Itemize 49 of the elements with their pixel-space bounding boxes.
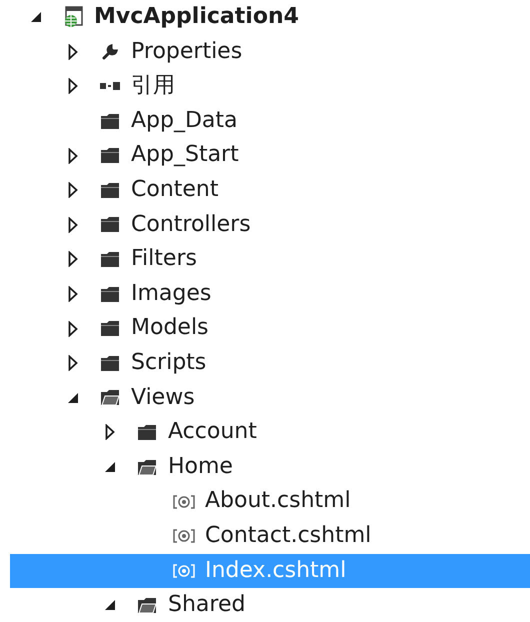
collapsed-arrow-icon[interactable] bbox=[68, 78, 78, 94]
tree-item[interactable]: Shared bbox=[10, 588, 530, 622]
expanded-arrow-icon[interactable] bbox=[30, 11, 42, 24]
expanded-arrow-icon[interactable] bbox=[104, 461, 116, 474]
open-folder-icon bbox=[100, 389, 120, 406]
folder-icon bbox=[137, 424, 157, 441]
tree-item[interactable]: Account bbox=[10, 415, 530, 450]
collapsed-arrow-icon[interactable] bbox=[68, 251, 78, 268]
folder-icon bbox=[100, 250, 120, 268]
tree-item[interactable]: About.cshtml bbox=[10, 484, 530, 519]
collapsed-arrow-icon[interactable] bbox=[68, 216, 78, 233]
collapsed-arrow-icon[interactable] bbox=[68, 320, 78, 337]
folder-icon bbox=[100, 216, 120, 234]
folder-icon bbox=[100, 147, 120, 164]
folder-icon bbox=[100, 182, 120, 199]
tree-item[interactable]: Home bbox=[10, 450, 530, 484]
tree-item[interactable]: MvcApplication4 bbox=[10, 0, 530, 35]
collapsed-arrow-icon[interactable] bbox=[68, 286, 78, 302]
tree-item[interactable]: App_Data bbox=[10, 104, 530, 138]
wrench-icon bbox=[102, 44, 118, 60]
tree-item[interactable]: App_Start bbox=[10, 138, 530, 173]
folder-icon bbox=[100, 286, 120, 303]
expanded-arrow-icon[interactable] bbox=[67, 392, 79, 404]
folder-icon bbox=[100, 320, 120, 338]
collapsed-arrow-icon[interactable] bbox=[68, 44, 78, 60]
tree-item[interactable]: Contact.cshtml bbox=[10, 518, 530, 554]
razor-file-icon bbox=[173, 529, 195, 544]
tree-item[interactable]: Scripts bbox=[10, 346, 530, 381]
open-folder-icon bbox=[137, 596, 157, 614]
tree-item[interactable]: Views bbox=[10, 380, 530, 416]
folder-icon bbox=[100, 354, 120, 372]
collapsed-arrow-icon[interactable] bbox=[68, 148, 78, 164]
folder-icon bbox=[100, 112, 120, 130]
tree-item[interactable]: Controllers bbox=[10, 208, 530, 242]
expanded-arrow-icon[interactable] bbox=[104, 599, 116, 612]
tree-item[interactable]: Content bbox=[10, 172, 530, 208]
tree-item[interactable]: Images bbox=[10, 276, 530, 312]
tree-item[interactable]: Models bbox=[10, 311, 530, 346]
tree-item[interactable]: Properties bbox=[10, 34, 530, 70]
project-icon bbox=[63, 6, 83, 28]
tree-item[interactable]: 引用 bbox=[10, 69, 530, 104]
collapsed-arrow-icon[interactable] bbox=[68, 355, 78, 372]
collapsed-arrow-icon[interactable] bbox=[68, 182, 78, 198]
razor-file-icon bbox=[173, 564, 195, 578]
razor-file-icon bbox=[173, 494, 195, 509]
tree-item[interactable]: Filters bbox=[10, 242, 530, 277]
collapsed-arrow-icon[interactable] bbox=[105, 424, 115, 440]
reference-icon bbox=[100, 81, 120, 92]
open-folder-icon bbox=[137, 458, 157, 476]
